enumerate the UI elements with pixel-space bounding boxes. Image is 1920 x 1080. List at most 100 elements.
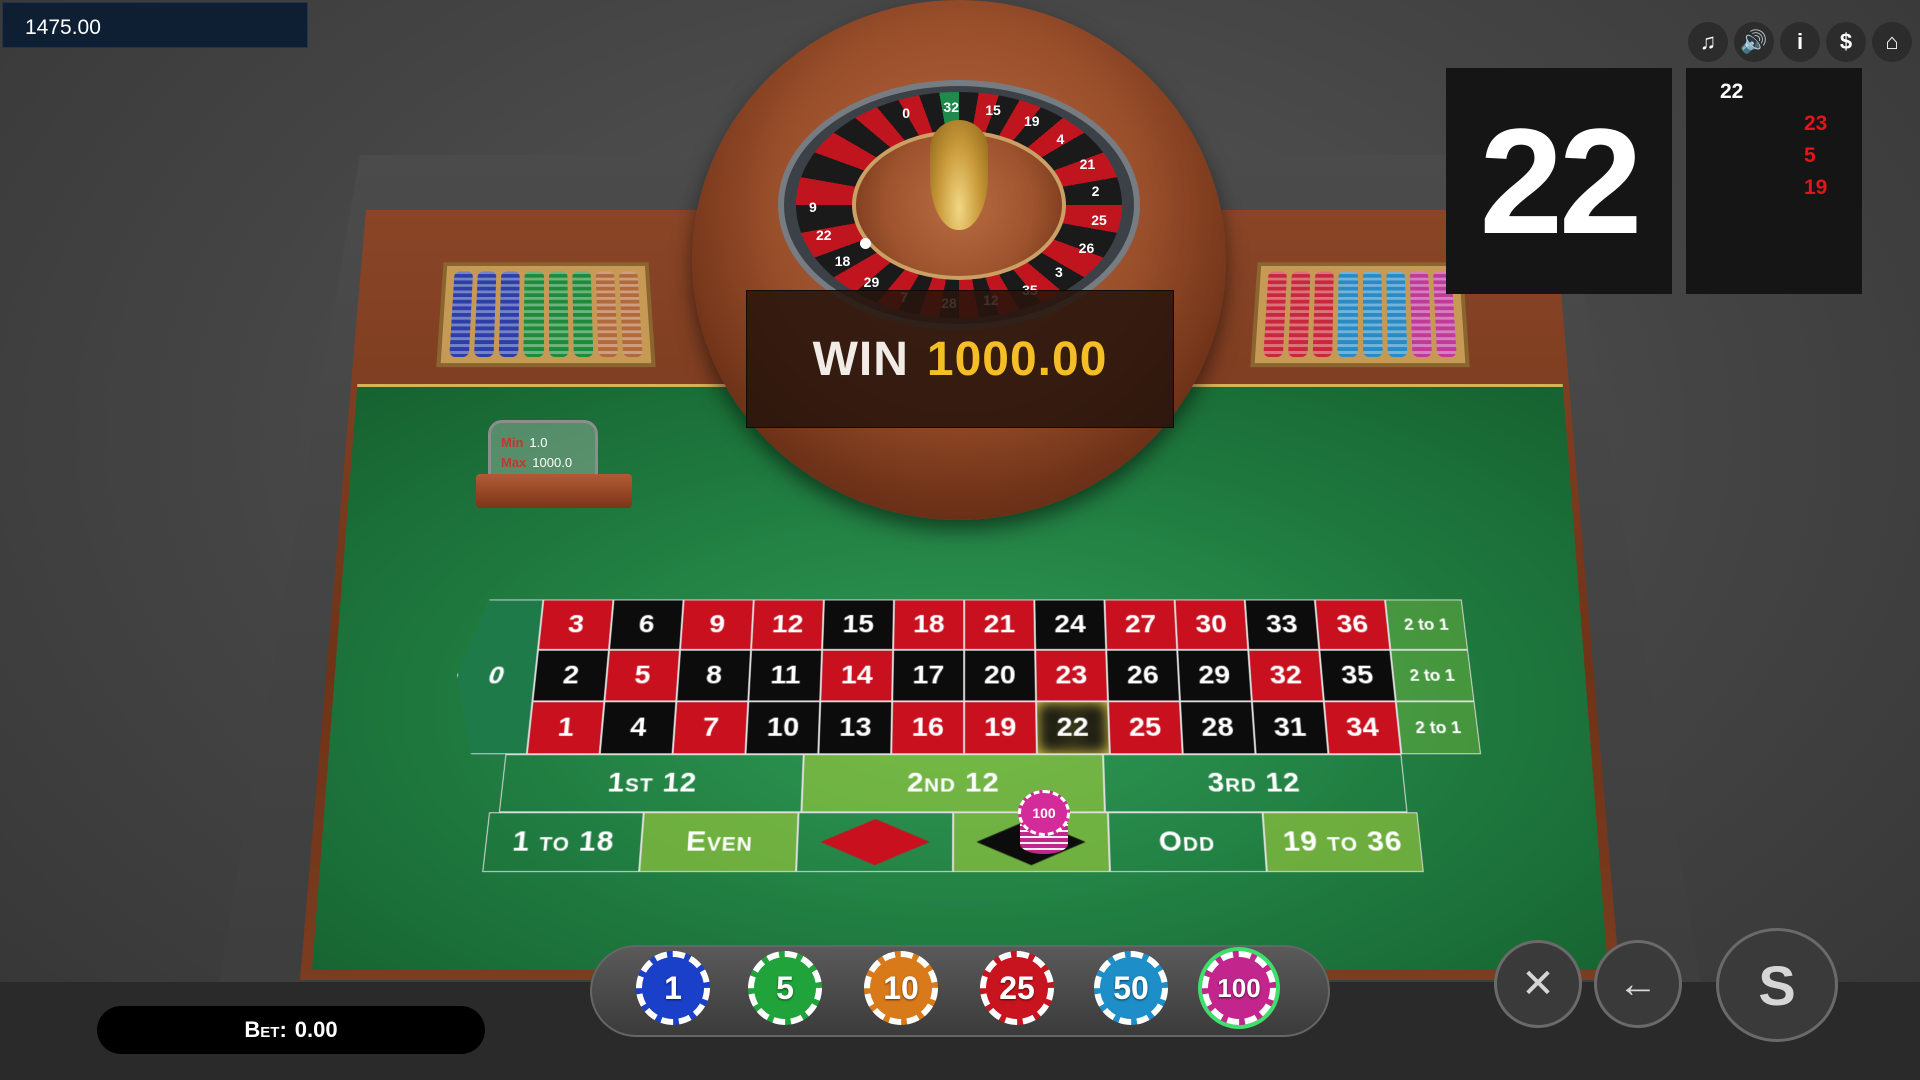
bet-spot-26[interactable]: 26 xyxy=(1106,649,1180,702)
bet-column-1[interactable]: 2 to 1 xyxy=(1385,599,1468,650)
bet-spot-11[interactable]: 11 xyxy=(748,649,823,702)
bet-column-2[interactable]: 2 to 1 xyxy=(1390,649,1475,702)
bet-spot-24[interactable]: 24 xyxy=(1034,599,1107,650)
red-diamond-icon xyxy=(820,819,930,865)
chip-50[interactable]: 50 xyxy=(1094,951,1168,1025)
bet-spot-9[interactable]: 9 xyxy=(680,599,754,650)
sound-icon[interactable]: 🔊 xyxy=(1734,22,1774,62)
wheel-number: 3 xyxy=(1054,263,1063,280)
wheel-number: 32 xyxy=(943,99,959,116)
bet-spot-32[interactable]: 32 xyxy=(1248,649,1324,702)
bet-column-3[interactable]: 2 to 1 xyxy=(1395,701,1482,755)
music-icon[interactable]: ♫ xyxy=(1688,22,1728,62)
dozens-row: 1st 12 2nd 12 3rd 12 xyxy=(498,754,1408,813)
wheel-number: 29 xyxy=(863,274,880,291)
wheel-number: 9 xyxy=(809,198,817,215)
bet-spot-25[interactable]: 25 xyxy=(1108,701,1183,755)
bet-spot-4[interactable]: 4 xyxy=(599,701,677,755)
betting-board: 0 3 6 9 12 15 18 21 24 27 30 33 36 2 5 8 11 14 17 20 23 26 29… xyxy=(432,599,1502,874)
bet-spot-29[interactable]: 29 xyxy=(1177,649,1252,702)
bet-spot-10[interactable]: 10 xyxy=(745,701,821,755)
bet-chip-on-black[interactable]: 100 xyxy=(1018,790,1070,836)
result-history: 22 23 5 19 xyxy=(1686,68,1862,294)
bet-spot-33[interactable]: 33 xyxy=(1244,599,1320,650)
plaque-base xyxy=(476,474,632,508)
bet-spot-3[interactable]: 3 xyxy=(537,599,614,650)
bet-spot-8[interactable]: 8 xyxy=(676,649,752,702)
bet-spot-17[interactable]: 17 xyxy=(892,649,965,702)
table-limits-plaque: Min 1.0 Max 1000.0 xyxy=(476,420,632,512)
bet-spot-7[interactable]: 7 xyxy=(672,701,749,755)
wheel-number: 4 xyxy=(1056,131,1065,148)
spin-icon: S xyxy=(1758,953,1796,1017)
chip-10[interactable]: 10 xyxy=(864,951,938,1025)
bet-spot-6[interactable]: 6 xyxy=(609,599,684,650)
dollar-icon[interactable]: $ xyxy=(1826,22,1866,62)
number-grid: 3 6 9 12 15 18 21 24 27 30 33 36 2 5 8 11 14 17 20 23 26 29 32… xyxy=(526,599,1402,755)
bet-spot-31[interactable]: 31 xyxy=(1251,701,1329,755)
wheel-number: 21 xyxy=(1079,155,1096,172)
info-icon[interactable]: i xyxy=(1780,22,1820,62)
arrow-left-icon: ← xyxy=(1618,961,1658,1006)
history-item: 19 xyxy=(1804,176,1828,199)
bet-3rd-12[interactable]: 3rd 12 xyxy=(1102,754,1408,813)
min-label: Min xyxy=(501,435,524,450)
bet-display: Bet: 0.00 xyxy=(97,1006,485,1054)
undo-button[interactable]: ← xyxy=(1594,940,1682,1028)
bet-spot-1[interactable]: 1 xyxy=(526,701,605,755)
bet-even[interactable]: Even xyxy=(639,812,799,873)
wheel-number: 26 xyxy=(1078,239,1095,256)
bet-spot-15[interactable]: 15 xyxy=(822,599,895,650)
chip-1[interactable]: 1 xyxy=(636,951,710,1025)
bet-label: Bet: xyxy=(244,1017,287,1042)
bet-19-to-36[interactable]: 19 to 36 xyxy=(1262,812,1424,873)
bet-spot-13[interactable]: 13 xyxy=(818,701,893,755)
wheel-spindle xyxy=(930,120,988,230)
bet-spot-18[interactable]: 18 xyxy=(893,599,965,650)
home-icon[interactable]: ⌂ xyxy=(1872,22,1912,62)
win-label: WIN xyxy=(812,332,909,386)
bet-red[interactable] xyxy=(796,812,954,873)
bet-spot-16[interactable]: 16 xyxy=(891,701,965,755)
bet-spot-14[interactable]: 14 xyxy=(820,649,894,702)
wheel-number: 25 xyxy=(1091,212,1107,229)
bet-spot-2[interactable]: 2 xyxy=(532,649,610,702)
bet-spot-36[interactable]: 36 xyxy=(1314,599,1391,650)
bet-value: 0.00 xyxy=(294,1017,338,1042)
bet-spot-20[interactable]: 20 xyxy=(964,649,1037,702)
clear-bets-button[interactable]: ✕ xyxy=(1494,940,1582,1028)
bet-spot-12[interactable]: 12 xyxy=(751,599,824,650)
history-item: 5 xyxy=(1804,144,1816,167)
bet-spot-22[interactable]: 22 xyxy=(1036,701,1110,755)
bet-spot-34[interactable]: 34 xyxy=(1323,701,1402,755)
bet-spot-23[interactable]: 23 xyxy=(1035,649,1109,702)
bet-spot-27[interactable]: 27 xyxy=(1104,599,1178,650)
wheel-number: 2 xyxy=(1091,183,1100,200)
wheel-number: 15 xyxy=(985,101,1001,118)
bet-odd[interactable]: Odd xyxy=(1107,812,1267,873)
history-item: 23 xyxy=(1804,112,1828,135)
chip-rack-left xyxy=(436,262,656,368)
max-value: 1000.0 xyxy=(532,455,573,470)
chip-5[interactable]: 5 xyxy=(748,951,822,1025)
bet-spot-19[interactable]: 19 xyxy=(964,701,1037,755)
chip-25[interactable]: 25 xyxy=(980,951,1054,1025)
spin-button[interactable]: S xyxy=(1716,928,1838,1042)
bet-spot-21[interactable]: 21 xyxy=(964,599,1036,650)
close-icon: ✕ xyxy=(1521,962,1555,1006)
wheel-number: 19 xyxy=(1024,112,1040,129)
min-value: 1.0 xyxy=(529,435,548,450)
bet-spot-30[interactable]: 30 xyxy=(1174,599,1249,650)
bet-spot-5[interactable]: 5 xyxy=(604,649,681,702)
bet-1-to-18[interactable]: 1 to 18 xyxy=(482,812,644,873)
chip-100[interactable]: 100 xyxy=(1202,951,1276,1025)
max-label: Max xyxy=(501,455,527,470)
win-banner: WIN 1000.00 xyxy=(746,290,1174,428)
wheel-number: 22 xyxy=(815,227,832,244)
bet-spot-28[interactable]: 28 xyxy=(1179,701,1256,755)
outside-bets-row: 1 to 18 Even Odd 19 to 36 xyxy=(482,812,1424,873)
history-item: 22 xyxy=(1720,80,1744,103)
bet-1st-12[interactable]: 1st 12 xyxy=(498,754,805,813)
bet-spot-35[interactable]: 35 xyxy=(1319,649,1396,702)
balance-display: 1475.00 xyxy=(2,2,308,48)
